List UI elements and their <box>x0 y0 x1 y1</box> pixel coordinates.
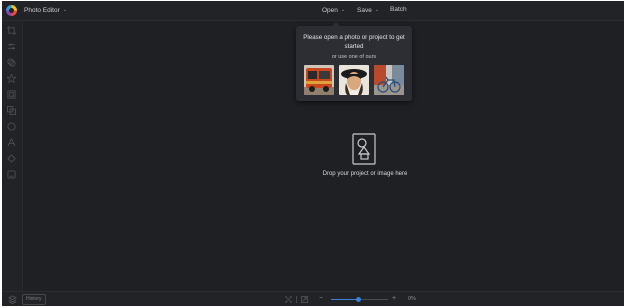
popup-subtitle: or use one of ours <box>331 54 377 60</box>
save-menu-label: Save <box>357 7 372 14</box>
chevron-down-icon: ⌄ <box>374 7 380 13</box>
history-label: History <box>26 296 42 302</box>
drop-file-icon <box>352 133 376 165</box>
app-title-label: Photo Editor <box>24 7 60 14</box>
sample-photo-van[interactable] <box>304 65 334 95</box>
sample-photo-portrait[interactable] <box>339 65 369 95</box>
batch-label: Batch <box>390 6 407 13</box>
zoom-slider[interactable] <box>331 297 388 302</box>
popup-title: Please open a photo or project to get st… <box>303 34 405 50</box>
adjust-icon[interactable] <box>7 42 16 51</box>
zoom-slider-handle[interactable] <box>355 297 361 302</box>
history-button[interactable]: History <box>22 294 46 305</box>
fit-to-screen-icon[interactable] <box>285 296 292 303</box>
app-window: Photo Editor ⌄ Open ⌄ Save ⌄ Batch Pleas… <box>2 1 624 306</box>
crop-icon[interactable] <box>7 26 16 35</box>
save-menu-button[interactable]: Save ⌄ <box>357 5 379 16</box>
filter-icon[interactable] <box>7 58 16 67</box>
frame-icon[interactable] <box>7 90 16 99</box>
chevron-down-icon: ⌄ <box>62 7 67 13</box>
sticker-icon[interactable] <box>7 170 16 179</box>
open-photo-popup: Please open a photo or project to get st… <box>296 22 412 101</box>
text-icon[interactable] <box>7 138 16 147</box>
app-title-menu[interactable]: Photo Editor ⌄ <box>24 5 67 16</box>
chevron-down-icon: ⌄ <box>340 7 346 13</box>
zoom-divider <box>296 296 297 303</box>
sample-photo-bicycle[interactable] <box>374 65 404 95</box>
app-logo-icon <box>6 5 17 16</box>
layers-icon[interactable] <box>8 295 17 304</box>
texture-icon[interactable] <box>7 154 16 163</box>
zoom-slider-fill <box>331 299 358 300</box>
dropzone-text: Drop your project or image here <box>322 171 408 177</box>
effects-icon[interactable] <box>7 74 16 83</box>
bottom-bar: History − + 0% <box>2 291 624 306</box>
batch-button[interactable]: Batch <box>390 5 407 15</box>
tools-sidebar <box>2 21 23 291</box>
shape-icon[interactable] <box>7 122 16 131</box>
zoom-out-button[interactable]: − <box>319 293 323 305</box>
zoom-in-button[interactable]: + <box>392 293 396 305</box>
top-bar: Photo Editor ⌄ Open ⌄ Save ⌄ Batch <box>2 1 624 21</box>
open-menu-label: Open <box>322 7 338 14</box>
zoom-value: 0% <box>408 296 416 302</box>
open-menu-button[interactable]: Open ⌄ <box>322 5 345 16</box>
overlay-icon[interactable] <box>7 106 16 115</box>
actual-size-icon[interactable] <box>301 296 308 303</box>
